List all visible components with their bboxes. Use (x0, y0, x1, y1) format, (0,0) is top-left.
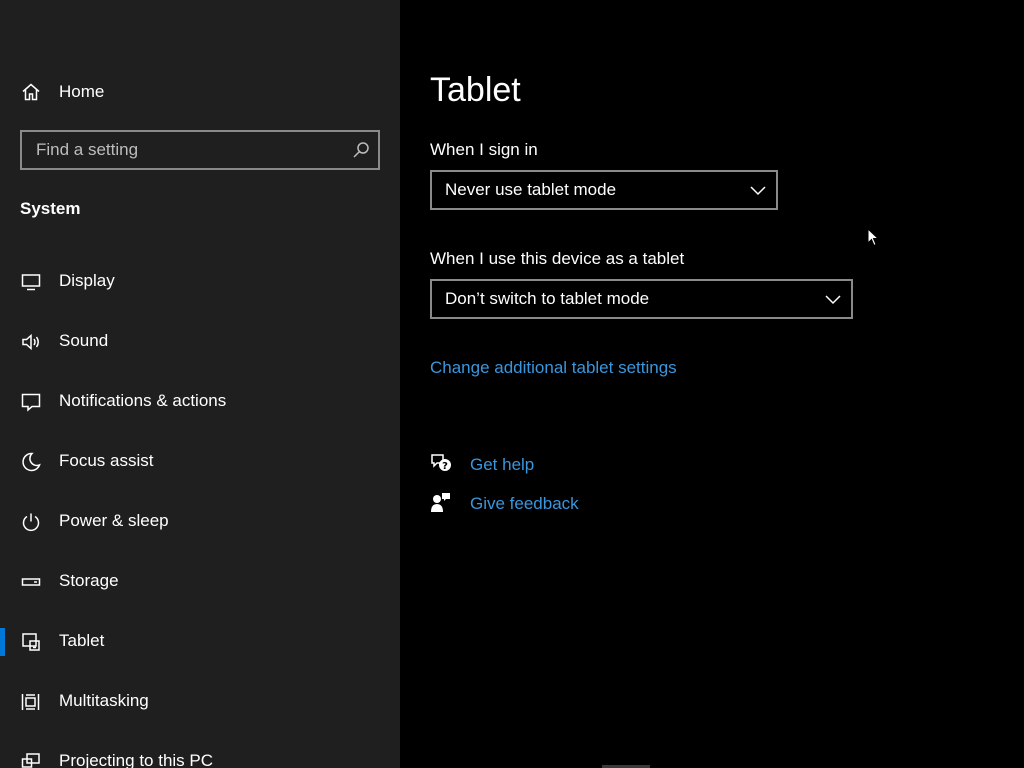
search-input[interactable] (22, 132, 332, 168)
get-help-link[interactable]: Get help (470, 455, 534, 475)
tablet-use-selected-value: Don’t switch to tablet mode (445, 289, 650, 308)
sidebar-item-focus-assist[interactable]: Focus assist (0, 432, 400, 492)
give-feedback-icon (430, 491, 452, 513)
sidebar-item-tablet[interactable]: Tablet (0, 612, 400, 672)
chevron-down-icon (750, 183, 766, 197)
home-nav-item[interactable]: Home (0, 72, 400, 112)
sidebar-item-label: Storage (59, 571, 119, 590)
sidebar-item-label: Projecting to this PC (59, 751, 214, 768)
mouse-cursor-icon (867, 227, 881, 248)
main-content: Tablet When I sign in Never use tablet m… (400, 0, 1024, 768)
sidebar-item-label: Display (59, 271, 115, 290)
speaker-icon (20, 331, 42, 353)
sidebar-item-projecting[interactable]: Projecting to this PC (0, 732, 400, 768)
sidebar-item-label: Notifications & actions (59, 391, 227, 410)
sidebar-item-label: Multitasking (59, 691, 149, 710)
sidebar-item-label: Tablet (59, 631, 105, 650)
home-icon (20, 81, 42, 103)
sidebar-item-power-sleep[interactable]: Power & sleep (0, 492, 400, 552)
storage-icon (20, 571, 42, 593)
sidebar-item-multitasking[interactable]: Multitasking (0, 672, 400, 732)
multitasking-icon (20, 691, 42, 713)
sidebar: Home System Display Sound (0, 0, 400, 768)
sidebar-item-storage[interactable]: Storage (0, 552, 400, 612)
sign-in-selected-value: Never use tablet mode (445, 180, 617, 199)
monitor-icon (20, 271, 42, 293)
search-box (20, 130, 380, 170)
projecting-icon (20, 751, 42, 768)
chevron-down-icon (825, 292, 841, 306)
tablet-use-dropdown[interactable]: Don’t switch to tablet mode (430, 279, 853, 319)
sign-in-dropdown[interactable]: Never use tablet mode (430, 170, 778, 210)
search-icon[interactable] (352, 141, 370, 159)
tablet-use-label: When I use this device as a tablet (430, 249, 685, 268)
nav-list: Display Sound Notifications & actions Fo… (0, 252, 400, 768)
sidebar-item-display[interactable]: Display (0, 252, 400, 312)
page-title: Tablet (430, 71, 521, 109)
give-feedback-link[interactable]: Give feedback (470, 494, 579, 514)
tablet-icon (20, 631, 42, 653)
sidebar-item-label: Focus assist (59, 451, 154, 470)
home-label: Home (59, 82, 105, 101)
power-icon (20, 511, 42, 533)
sidebar-item-label: Sound (59, 331, 109, 350)
sidebar-item-label: Power & sleep (59, 511, 169, 530)
section-title: System (20, 199, 81, 218)
sign-in-label: When I sign in (430, 140, 538, 159)
sidebar-item-sound[interactable]: Sound (0, 312, 400, 372)
get-help-icon: ? (430, 452, 452, 474)
svg-text:?: ? (442, 461, 448, 472)
sidebar-item-notifications[interactable]: Notifications & actions (0, 372, 400, 432)
additional-tablet-settings-link[interactable]: Change additional tablet settings (430, 358, 677, 378)
moon-icon (20, 451, 42, 473)
notification-icon (20, 391, 42, 413)
settings-window: Home System Display Sound (0, 0, 1024, 768)
